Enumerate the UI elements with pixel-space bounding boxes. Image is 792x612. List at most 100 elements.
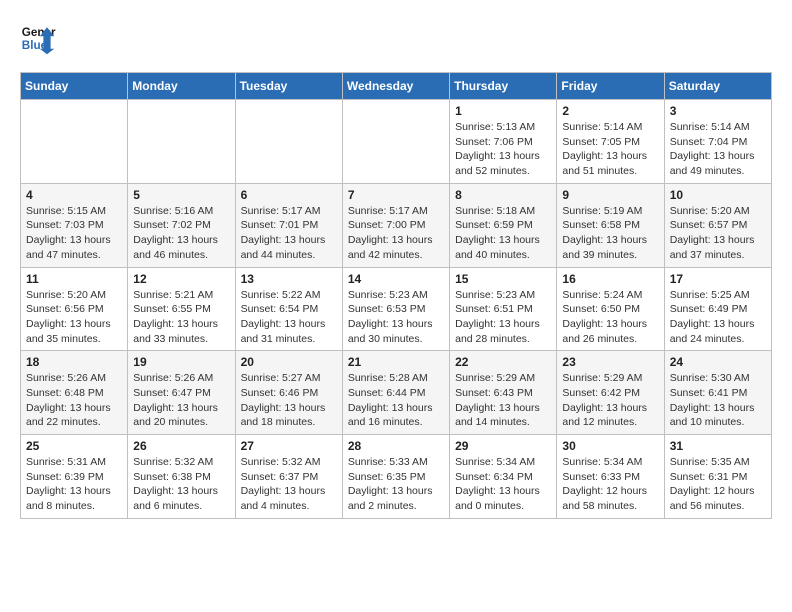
calendar-cell: 17 Sunrise: 5:25 AMSunset: 6:49 PMDayligh… [664,267,771,351]
day-number: 11 [26,272,122,286]
day-info: Sunrise: 5:14 AMSunset: 7:05 PMDaylight:… [562,120,658,179]
day-info: Sunrise: 5:32 AMSunset: 6:37 PMDaylight:… [241,455,337,514]
calendar-cell: 12Sunrise: 5:21 AMSunset: 6:55 PMDayligh… [128,267,235,351]
day-info: Sunrise: 5:29 AMSunset: 6:43 PMDaylight:… [455,371,551,430]
day-info: Sunrise: 5:23 AMSunset: 6:51 PMDaylight:… [455,288,551,347]
calendar-cell: 3Sunrise: 5:14 AMSunset: 7:04 PMDaylight… [664,100,771,184]
day-number: 24 [670,355,766,369]
day-info: Sunrise: 5:34 AMSunset: 6:33 PMDaylight:… [562,455,658,514]
day-number: 1 [455,104,551,118]
calendar-cell [235,100,342,184]
day-number: 7 [348,188,444,202]
calendar-cell: 28 Sunrise: 5:33 AMSunset: 6:35 PMDayligh… [342,435,449,519]
calendar-cell: 30 Sunrise: 5:34 AMSunset: 6:33 PMDayligh… [557,435,664,519]
weekday-header-saturday: Saturday [664,73,771,100]
day-info: Sunrise: 5:22 AMSunset: 6:54 PMDaylight:… [241,288,337,347]
day-number: 16 [562,272,658,286]
day-number: 15 [455,272,551,286]
calendar-cell: 26 Sunrise: 5:32 AMSunset: 6:38 PMDayligh… [128,435,235,519]
day-number: 21 [348,355,444,369]
day-number: 8 [455,188,551,202]
day-number: 29 [455,439,551,453]
calendar-cell: 13 Sunrise: 5:22 AMSunset: 6:54 PMDayligh… [235,267,342,351]
day-info: Sunrise: 5:29 AMSunset: 6:42 PMDaylight:… [562,371,658,430]
week-row-2: 4 Sunrise: 5:15 AMSunset: 7:03 PMDaylight… [21,183,772,267]
day-number: 5 [133,188,229,202]
calendar-cell: 9 Sunrise: 5:19 AMSunset: 6:58 PMDaylight… [557,183,664,267]
day-number: 19 [133,355,229,369]
calendar-cell: 25Sunrise: 5:31 AMSunset: 6:39 PMDayligh… [21,435,128,519]
weekday-header-thursday: Thursday [450,73,557,100]
calendar-cell: 2Sunrise: 5:14 AMSunset: 7:05 PMDaylight… [557,100,664,184]
calendar-cell: 21Sunrise: 5:28 AMSunset: 6:44 PMDayligh… [342,351,449,435]
day-info: Sunrise: 5:13 AMSunset: 7:06 PMDaylight:… [455,120,551,179]
calendar-cell: 16 Sunrise: 5:24 AMSunset: 6:50 PMDayligh… [557,267,664,351]
day-number: 30 [562,439,658,453]
calendar-cell: 18Sunrise: 5:26 AMSunset: 6:48 PMDayligh… [21,351,128,435]
day-number: 14 [348,272,444,286]
day-info: Sunrise: 5:15 AMSunset: 7:03 PMDaylight:… [26,204,122,263]
day-number: 4 [26,188,122,202]
day-info: Sunrise: 5:25 AMSunset: 6:49 PMDaylight:… [670,288,766,347]
day-info: Sunrise: 5:26 AMSunset: 6:47 PMDaylight:… [133,371,229,430]
calendar-cell: 14 Sunrise: 5:23 AMSunset: 6:53 PMDayligh… [342,267,449,351]
calendar-cell [21,100,128,184]
calendar-cell [342,100,449,184]
calendar-cell: 19 Sunrise: 5:26 AMSunset: 6:47 PMDayligh… [128,351,235,435]
calendar-cell: 23 Sunrise: 5:29 AMSunset: 6:42 PMDayligh… [557,351,664,435]
day-info: Sunrise: 5:30 AMSunset: 6:41 PMDaylight:… [670,371,766,430]
logo: General Blue [20,20,56,56]
calendar-cell [128,100,235,184]
day-info: Sunrise: 5:18 AMSunset: 6:59 PMDaylight:… [455,204,551,263]
calendar-cell: 20Sunrise: 5:27 AMSunset: 6:46 PMDayligh… [235,351,342,435]
calendar-cell: 27 Sunrise: 5:32 AMSunset: 6:37 PMDayligh… [235,435,342,519]
day-number: 26 [133,439,229,453]
day-info: Sunrise: 5:35 AMSunset: 6:31 PMDaylight:… [670,455,766,514]
calendar-cell: 4 Sunrise: 5:15 AMSunset: 7:03 PMDaylight… [21,183,128,267]
weekday-header-monday: Monday [128,73,235,100]
day-number: 27 [241,439,337,453]
page-header: General Blue [20,20,772,56]
weekday-header-wednesday: Wednesday [342,73,449,100]
day-info: Sunrise: 5:24 AMSunset: 6:50 PMDaylight:… [562,288,658,347]
day-info: Sunrise: 5:34 AMSunset: 6:34 PMDaylight:… [455,455,551,514]
day-number: 10 [670,188,766,202]
calendar-table: SundayMondayTuesdayWednesdayThursdayFrid… [20,72,772,519]
day-info: Sunrise: 5:27 AMSunset: 6:46 PMDaylight:… [241,371,337,430]
day-number: 9 [562,188,658,202]
day-info: Sunrise: 5:33 AMSunset: 6:35 PMDaylight:… [348,455,444,514]
calendar-cell: 1 Sunrise: 5:13 AMSunset: 7:06 PMDaylight… [450,100,557,184]
day-info: Sunrise: 5:20 AMSunset: 6:57 PMDaylight:… [670,204,766,263]
day-info: Sunrise: 5:21 AMSunset: 6:55 PMDaylight:… [133,288,229,347]
day-info: Sunrise: 5:17 AMSunset: 7:00 PMDaylight:… [348,204,444,263]
calendar-cell: 11 Sunrise: 5:20 AMSunset: 6:56 PMDayligh… [21,267,128,351]
week-row-5: 25Sunrise: 5:31 AMSunset: 6:39 PMDayligh… [21,435,772,519]
day-info: Sunrise: 5:31 AMSunset: 6:39 PMDaylight:… [26,455,122,514]
logo-icon: General Blue [20,20,56,56]
calendar-cell: 29 Sunrise: 5:34 AMSunset: 6:34 PMDayligh… [450,435,557,519]
day-number: 13 [241,272,337,286]
day-info: Sunrise: 5:19 AMSunset: 6:58 PMDaylight:… [562,204,658,263]
weekday-header-friday: Friday [557,73,664,100]
day-info: Sunrise: 5:17 AMSunset: 7:01 PMDaylight:… [241,204,337,263]
calendar-cell: 15 Sunrise: 5:23 AMSunset: 6:51 PMDayligh… [450,267,557,351]
day-number: 23 [562,355,658,369]
calendar-cell: 31 Sunrise: 5:35 AMSunset: 6:31 PMDayligh… [664,435,771,519]
calendar-cell: 6 Sunrise: 5:17 AMSunset: 7:01 PMDaylight… [235,183,342,267]
day-number: 6 [241,188,337,202]
day-number: 17 [670,272,766,286]
week-row-4: 18Sunrise: 5:26 AMSunset: 6:48 PMDayligh… [21,351,772,435]
day-number: 31 [670,439,766,453]
day-info: Sunrise: 5:16 AMSunset: 7:02 PMDaylight:… [133,204,229,263]
day-info: Sunrise: 5:14 AMSunset: 7:04 PMDaylight:… [670,120,766,179]
week-row-1: 1 Sunrise: 5:13 AMSunset: 7:06 PMDaylight… [21,100,772,184]
day-number: 22 [455,355,551,369]
calendar-cell: 7 Sunrise: 5:17 AMSunset: 7:00 PMDaylight… [342,183,449,267]
day-info: Sunrise: 5:32 AMSunset: 6:38 PMDaylight:… [133,455,229,514]
weekday-header-sunday: Sunday [21,73,128,100]
day-info: Sunrise: 5:20 AMSunset: 6:56 PMDaylight:… [26,288,122,347]
weekday-header-row: SundayMondayTuesdayWednesdayThursdayFrid… [21,73,772,100]
calendar-cell: 22 Sunrise: 5:29 AMSunset: 6:43 PMDayligh… [450,351,557,435]
day-info: Sunrise: 5:23 AMSunset: 6:53 PMDaylight:… [348,288,444,347]
day-number: 28 [348,439,444,453]
